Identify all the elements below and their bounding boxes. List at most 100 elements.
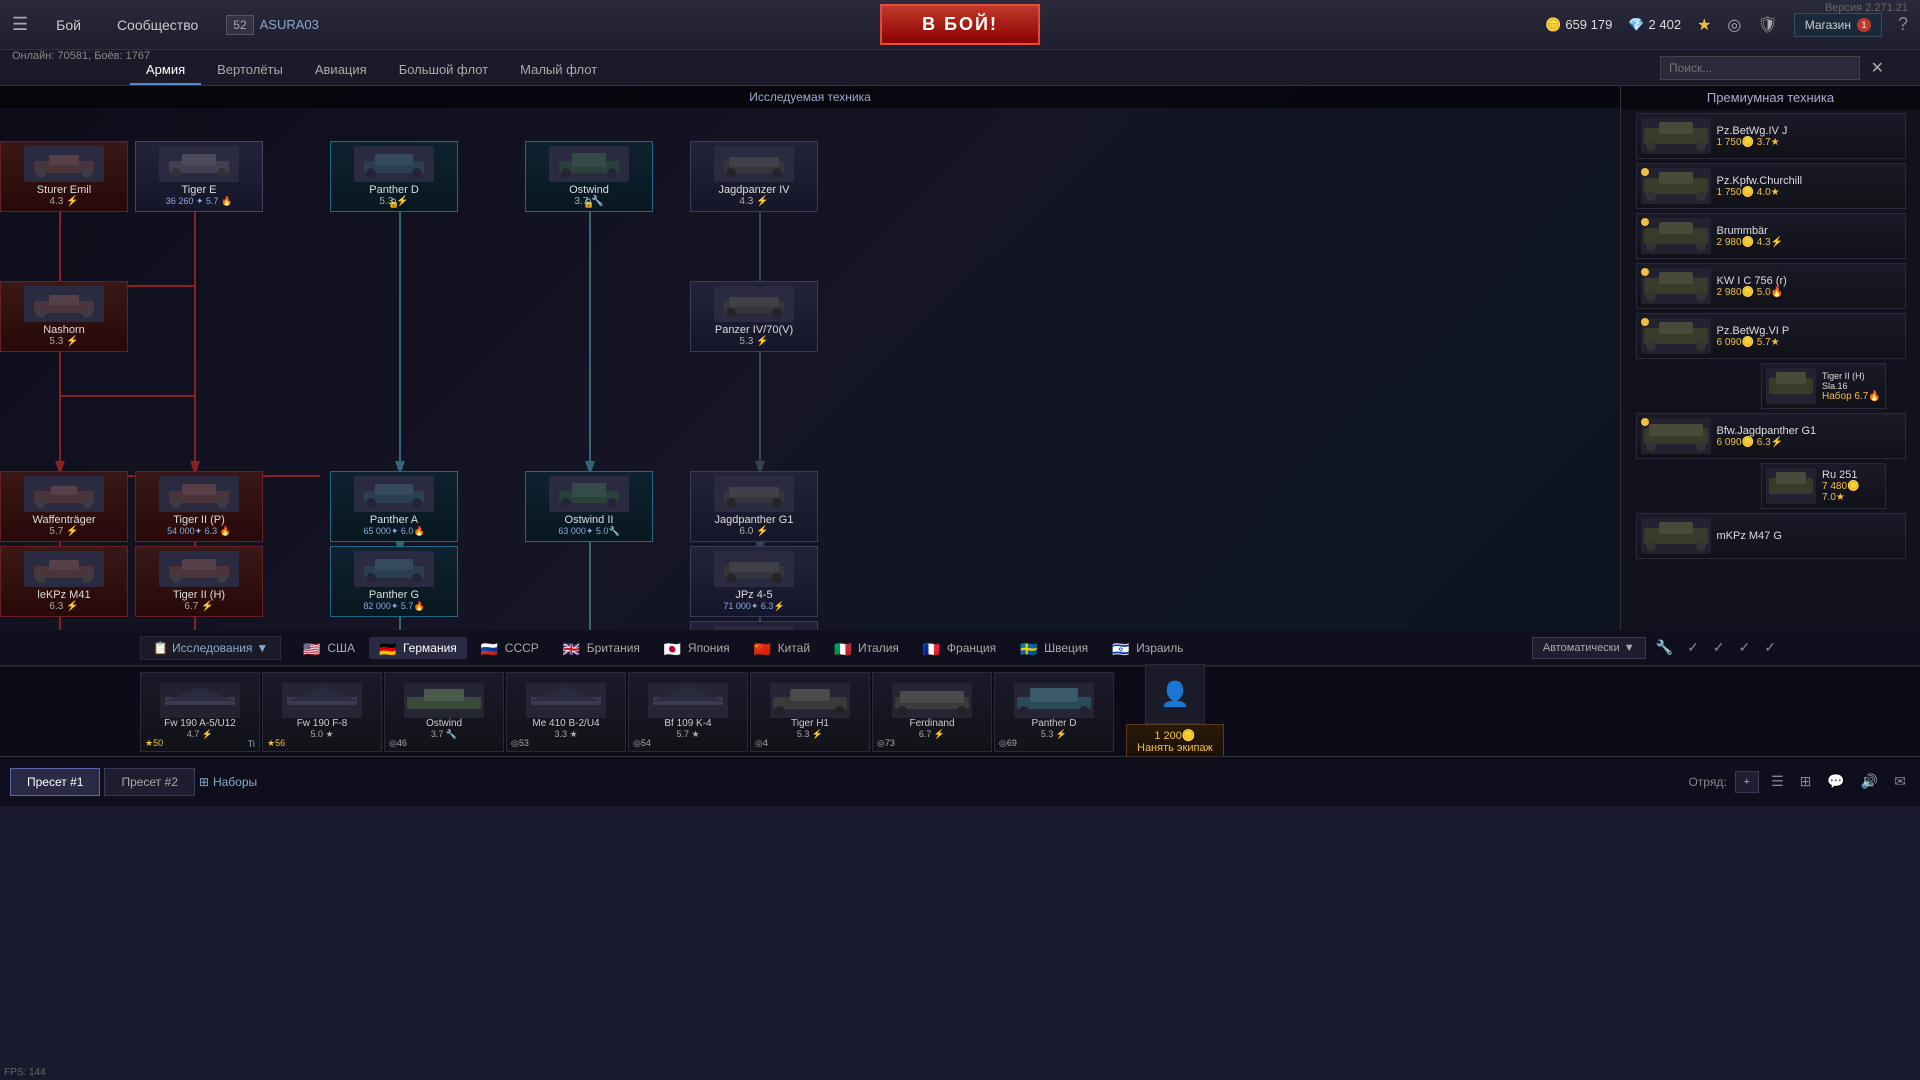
jpz45-img (714, 551, 794, 587)
premium-panel: Премиумная техника Pz.BetWg.IV J 1 750🪙 … (1620, 86, 1920, 630)
topbar: ☰ Бой Сообщество 52 ASURA03 В бой! 🪙 659… (0, 0, 1920, 50)
grid-icon[interactable]: ⊞ (1796, 771, 1816, 792)
bottom-veh-7[interactable]: Panther D 5.3 ⚡ ◎69 (994, 672, 1114, 752)
pzbetv-img (1641, 118, 1711, 154)
nation-usa[interactable]: 🇺🇸 США (293, 637, 365, 659)
crew-avatar: 👤 (1145, 664, 1205, 724)
pdot-brummbar (1641, 218, 1649, 226)
bottom-veh-0[interactable]: Fw 190 A-5/U12 4.7 ⚡ ★50 Ti (140, 672, 260, 752)
check1-icon[interactable]: ✓ (1683, 637, 1703, 658)
mail-icon[interactable]: ✉ (1890, 771, 1910, 792)
pcard-bfw-jagd[interactable]: Bfw.Jagdpanther G1 6 090🪙 6.3⚡ (1636, 413, 1906, 459)
auto-select[interactable]: Автоматически ▼ (1532, 637, 1646, 659)
britain-label: Британия (587, 641, 640, 655)
pcard-ru251[interactable]: Ru 251 7 480🪙 7.0★ (1761, 463, 1886, 509)
pcard-pzbet6[interactable]: Pz.BetWg.VI P 6 090🪙 5.7★ (1636, 313, 1906, 359)
nation-china[interactable]: 🇨🇳 Китай (744, 637, 820, 659)
research-tab[interactable]: 📋 Исследования ▼ (140, 636, 281, 660)
vcard-tiger2p[interactable]: Tiger II (P) 54 000✦ 6.3 🔥 (135, 471, 263, 542)
search-input[interactable] (1660, 56, 1860, 80)
list-icon[interactable]: ☰ (1767, 771, 1788, 792)
nation-germany[interactable]: 🇩🇪 Германия (369, 637, 467, 659)
menu-icon[interactable]: ☰ (12, 14, 28, 35)
vcard-tiger2h[interactable]: Tiger II (H) 6.7 ⚡ (135, 546, 263, 617)
tab-big-fleet[interactable]: Большой флот (383, 56, 504, 85)
vcard-sturer-emil[interactable]: Sturer Emil 4.3 ⚡ (0, 141, 128, 212)
ru251-img (1766, 468, 1816, 504)
vcard-nashorn[interactable]: Nashorn 5.3 ⚡ (0, 281, 128, 352)
battle-button[interactable]: В бой! (880, 4, 1040, 45)
preset2-button[interactable]: Пресет #2 (104, 768, 194, 796)
france-label: Франция (947, 641, 996, 655)
tab-aviation[interactable]: Авиация (299, 56, 383, 85)
vcard-panther-d[interactable]: Panther D 5.3 ⚡ 🔒 (330, 141, 458, 212)
italy-label: Италия (858, 641, 899, 655)
waffentrager-img (24, 476, 104, 512)
ostwind-img (549, 146, 629, 182)
bottom-veh-5[interactable]: Tiger H1 5.3 ⚡ ◎4 (750, 672, 870, 752)
chat-icon[interactable]: 💬 (1823, 771, 1848, 792)
nation-france[interactable]: 🇫🇷 Франция (913, 637, 1006, 659)
nav-fight[interactable]: Бой (48, 13, 89, 37)
tab-small-fleet[interactable]: Малый флот (504, 56, 613, 85)
vcard-tiger-e[interactable]: Tiger E 36 260 ✦ 5.7 🔥 (135, 141, 263, 212)
check2-icon[interactable]: ✓ (1709, 637, 1729, 658)
vcard-lekpz[interactable]: leKPz M41 6.3 ⚡ (0, 546, 128, 617)
section-headers: Исследуемая техника (0, 86, 1620, 108)
bottom-veh-2[interactable]: Ostwind 3.7 🔧 ◎46 (384, 672, 504, 752)
ussr-label: СССР (505, 641, 539, 655)
sets-icon: ⊞ (199, 775, 209, 789)
sets-button[interactable]: ⊞ Наборы (199, 775, 257, 789)
squad-add-button[interactable]: + (1735, 771, 1759, 793)
bottom-veh-6[interactable]: Ferdinand 6.7 ⚡ ◎73 (872, 672, 992, 752)
pcard-tiger2sla[interactable]: Tiger II (H) Sla.16 Набор 6.7🔥 (1761, 363, 1886, 409)
preset1-button[interactable]: Пресет #1 (10, 768, 100, 796)
bottom-veh-4[interactable]: Bf 109 K-4 5.7 ★ ◎54 (628, 672, 748, 752)
vcard-ferdinand[interactable]: Ferdinand 6.7 ⚡ 🔒 (690, 621, 818, 630)
pcard-kw1[interactable]: KW I C 756 (r) 2 980🪙 5.0🔥 (1636, 263, 1906, 309)
pcard-mkpz[interactable]: mKPz M47 G (1636, 513, 1906, 559)
vcard-panther-a[interactable]: Panther A 65 000✦ 6.0🔥 (330, 471, 458, 542)
shop-button[interactable]: Магазин 1 (1794, 13, 1882, 37)
france-flag: 🇫🇷 (923, 641, 943, 655)
wrench-icon[interactable]: 🔧 (1652, 637, 1677, 658)
vcard-jagdpanzer-iv[interactable]: Jagdpanzer IV 4.3 ⚡ (690, 141, 818, 212)
bottom-veh-3[interactable]: Me 410 B-2/U4 3.3 ★ ◎53 (506, 672, 626, 752)
bv1-img (282, 683, 362, 718)
auto-dropdown-icon: ▼ (1624, 642, 1635, 654)
nation-israel[interactable]: 🇮🇱 Израиль (1102, 637, 1193, 659)
nation-sweden[interactable]: 🇸🇪 Швеция (1010, 637, 1098, 659)
nation-ussr[interactable]: 🇷🇺 СССР (471, 637, 549, 659)
pcard-brummbar[interactable]: Brummbär 2 980🪙 4.3⚡ (1636, 213, 1906, 259)
help-icon[interactable]: ? (1898, 14, 1908, 35)
china-label: Китай (778, 641, 810, 655)
bottom-veh-1[interactable]: Fw 190 F-8 5.0 ★ ★56 (262, 672, 382, 752)
italy-flag: 🇮🇹 (834, 641, 854, 655)
vcard-ostwind[interactable]: Ostwind 3.7 🔧 🔒 (525, 141, 653, 212)
nav-community[interactable]: Сообщество (109, 13, 206, 37)
tab-helicopters[interactable]: Вертолёты (201, 56, 299, 85)
shop-badge: 1 (1857, 18, 1871, 32)
bv2-img (404, 683, 484, 718)
vcard-panther-g[interactable]: Panther G 82 000✦ 5.7🔥 (330, 546, 458, 617)
check4-icon[interactable]: ✓ (1760, 637, 1780, 658)
voice-icon[interactable]: 🔊 (1857, 771, 1882, 792)
pdot-pzbet6 (1641, 318, 1649, 326)
kw1-info: KW I C 756 (r) 2 980🪙 5.0🔥 (1717, 275, 1901, 298)
jagdpanzer-iv-img (714, 146, 794, 182)
nashorn-img (24, 286, 104, 322)
check3-icon[interactable]: ✓ (1735, 637, 1755, 658)
pcard-pzbetv[interactable]: Pz.BetWg.IV J 1 750🪙 3.7★ (1636, 113, 1906, 159)
pcard-churchill[interactable]: Pz.Kpfw.Churchill 1 750🪙 4.0★ (1636, 163, 1906, 209)
vcard-jpz45[interactable]: JPz 4-5 71 000✦ 6.3⚡ (690, 546, 818, 617)
nation-italy[interactable]: 🇮🇹 Италия (824, 637, 909, 659)
nation-britain[interactable]: 🇬🇧 Британия (553, 637, 650, 659)
close-search-icon[interactable]: ✕ (1871, 58, 1884, 78)
vcard-ostwind2[interactable]: Ostwind II 63 000✦ 5.0🔧 (525, 471, 653, 542)
nation-tabs: 📋 Исследования ▼ 🇺🇸 США 🇩🇪 Германия 🇷🇺 С… (0, 630, 1920, 666)
vcard-waffentrager[interactable]: Waffenträger 5.7 ⚡ (0, 471, 128, 542)
recruit-button[interactable]: 1 200🪙 Нанять экипаж (1126, 724, 1224, 759)
nation-japan[interactable]: 🇯🇵 Япония (654, 637, 740, 659)
vcard-jagdpanther-g1[interactable]: Jagdpanther G1 6.0 ⚡ (690, 471, 818, 542)
vcard-panzer-iv70[interactable]: Panzer IV/70(V) 5.3 ⚡ (690, 281, 818, 352)
